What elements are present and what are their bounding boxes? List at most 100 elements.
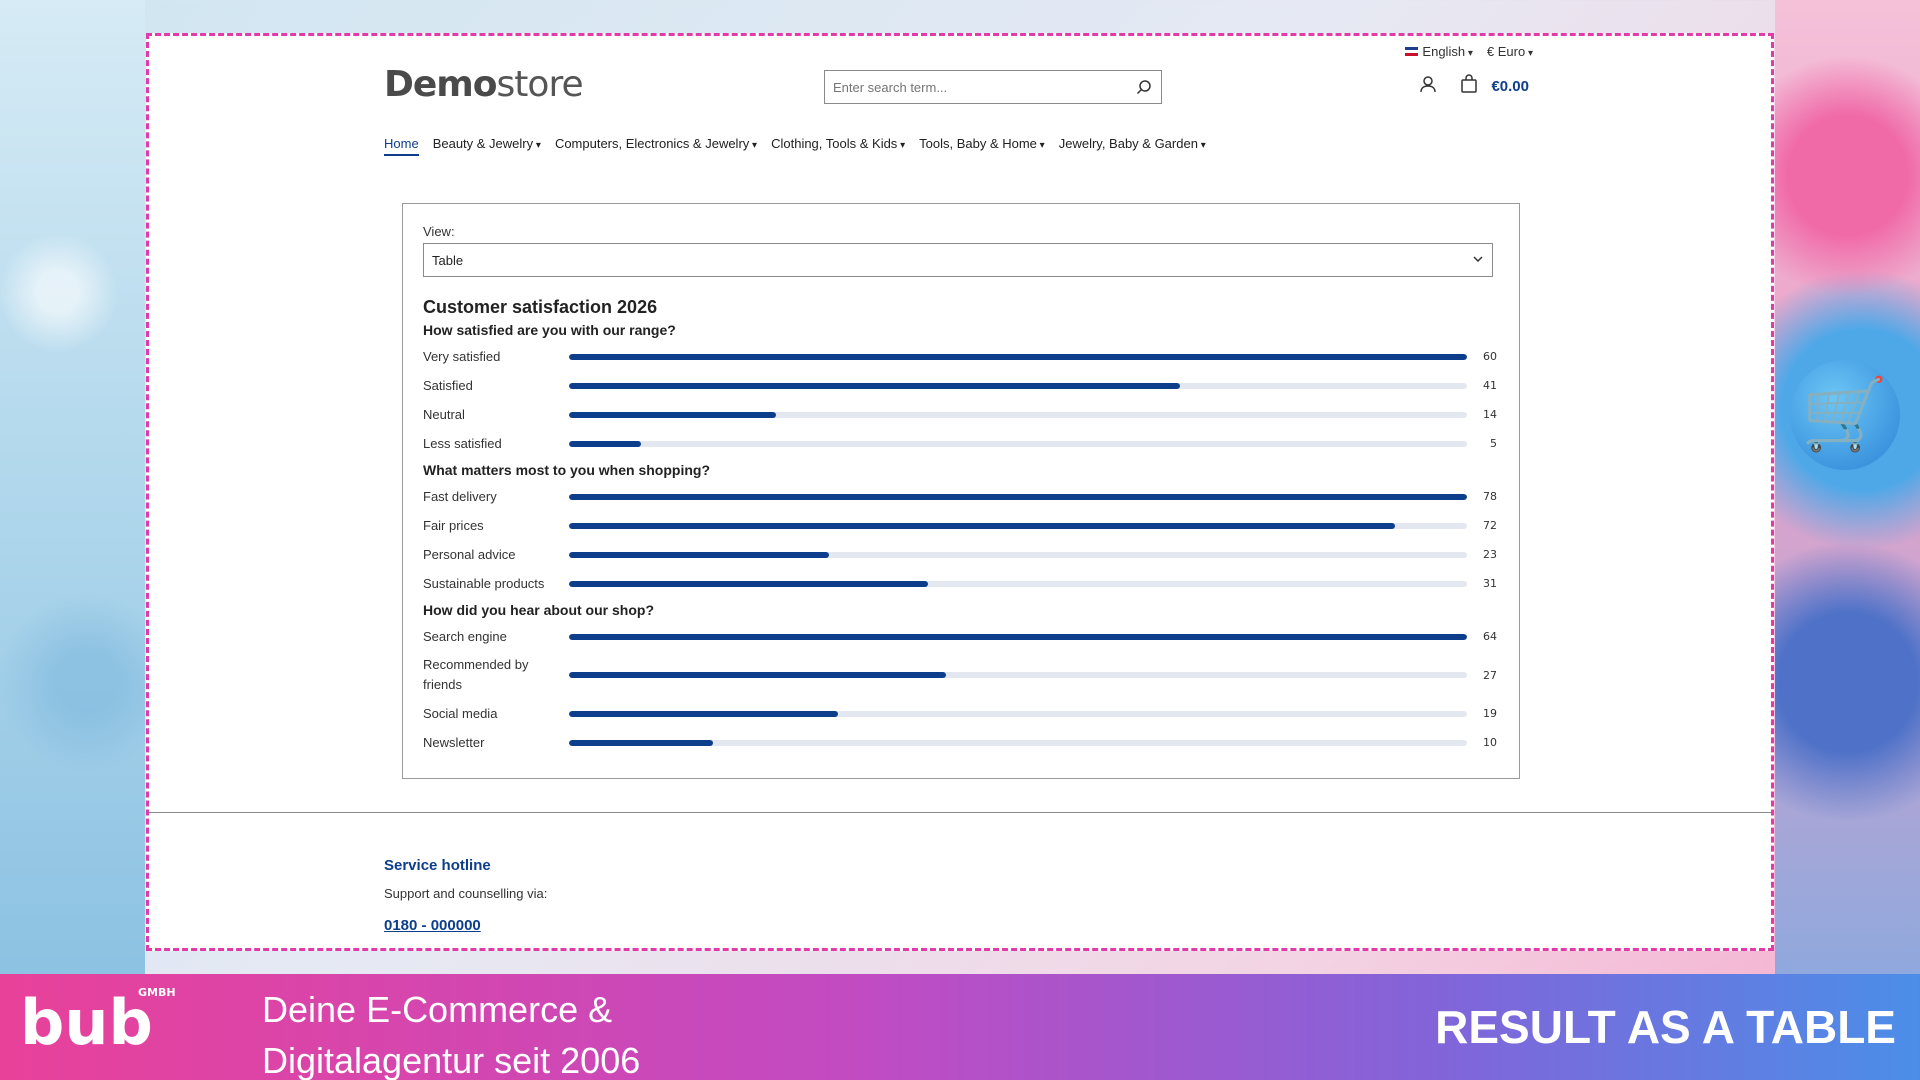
answer-bar-track — [569, 493, 1467, 500]
question-heading: How satisfied are you with our range? — [423, 322, 676, 338]
answer-bar-track — [569, 382, 1467, 389]
answer-count: 27 — [1483, 668, 1497, 682]
answer-bar-fill — [569, 580, 929, 587]
survey-questions: How satisfied are you with our range? Ver… — [423, 322, 1499, 757]
answer-row: Fair prices 72 — [423, 511, 1499, 540]
answer-bar-track — [569, 522, 1467, 529]
hotline-phone-link[interactable]: 0180 - 000000 — [384, 917, 547, 934]
answer-row: Newsletter 10 — [423, 728, 1499, 757]
main-navigation: Home Beauty & Jewelry Computers, Electroni… — [384, 136, 1206, 156]
uk-flag-icon — [1405, 47, 1419, 56]
agency-banner: bub GMBH Deine E-Commerce & Digitalagent… — [0, 974, 1920, 1080]
answer-count: 5 — [1490, 437, 1497, 450]
answer-bar-fill — [569, 522, 1396, 529]
answer-row: Social media 19 — [423, 699, 1499, 728]
answer-label: Fast delivery — [423, 488, 497, 504]
service-hotline-title: Service hotline — [384, 857, 491, 874]
question-heading: How did you hear about our shop? — [423, 602, 654, 618]
answer-row: Satisfied 41 — [423, 371, 1499, 400]
answer-bar-fill — [569, 440, 641, 447]
nav-item[interactable]: Jewelry, Baby & Garden — [1059, 136, 1206, 156]
answer-row: Sustainable products 31 — [423, 569, 1499, 598]
answer-count: 23 — [1483, 548, 1497, 561]
answer-count: 31 — [1483, 577, 1497, 590]
nav-item[interactable]: Tools, Baby & Home — [919, 136, 1045, 156]
language-label: English — [1422, 44, 1466, 59]
nav-item[interactable]: Beauty & Jewelry — [433, 136, 541, 156]
currency-switcher[interactable]: € Euro — [1487, 44, 1533, 59]
view-select[interactable]: Table — [423, 243, 1493, 277]
nav-item[interactable]: Home — [384, 136, 419, 156]
answer-bar-fill — [569, 633, 1467, 640]
language-switcher[interactable]: English — [1405, 44, 1472, 59]
answer-row: Very satisfied 60 — [423, 342, 1499, 371]
answer-label: Neutral — [423, 406, 465, 422]
nav-item[interactable]: Computers, Electronics & Jewelry — [555, 136, 757, 156]
agency-logo: bub GMBH — [20, 980, 230, 1075]
answer-count: 78 — [1483, 490, 1497, 503]
nav-item[interactable]: Clothing, Tools & Kids — [771, 136, 905, 156]
answer-bar-fill — [569, 739, 713, 746]
answer-bar-track — [569, 710, 1467, 717]
cart-button[interactable]: €0.00 — [1459, 74, 1529, 99]
answer-bar-track — [569, 440, 1467, 447]
search-input[interactable] — [825, 71, 1127, 103]
search-icon[interactable] — [1127, 71, 1161, 103]
answer-row: Fast delivery 78 — [423, 482, 1499, 511]
answer-bar-fill — [569, 710, 839, 717]
background-left-decoration — [0, 0, 145, 975]
answer-bar-track — [569, 411, 1467, 418]
agency-logo-text: bub — [20, 986, 153, 1059]
shopping-bag-icon — [1459, 74, 1479, 99]
survey-card: View: Table Customer satisfaction 2026 H… — [402, 203, 1520, 779]
answer-label: Fair prices — [423, 517, 484, 533]
result-caption: RESULT AS A TABLE — [1435, 1001, 1896, 1053]
answer-row: Neutral 14 — [423, 400, 1499, 429]
store-logo[interactable]: Demostore — [384, 64, 584, 105]
question-heading: What matters most to you when shopping? — [423, 462, 710, 478]
account-icon[interactable] — [1419, 75, 1437, 98]
answer-bar-track — [569, 580, 1467, 587]
answer-label: Sustainable products — [423, 575, 545, 591]
answer-label: Newsletter — [423, 734, 485, 750]
chevron-down-icon — [1472, 253, 1484, 268]
survey-title: Customer satisfaction 2026 — [423, 297, 658, 317]
agency-tagline: Deine E-Commerce & Digitalagentur seit 2… — [262, 984, 640, 1080]
logo-light: store — [496, 64, 584, 105]
answer-bar-fill — [569, 493, 1467, 500]
answer-count: 14 — [1483, 408, 1497, 421]
answer-bar-fill — [569, 672, 947, 678]
footer-divider — [149, 812, 1771, 813]
answer-label: Satisfied — [423, 377, 473, 393]
cart-total: €0.00 — [1491, 78, 1529, 95]
answer-bar-fill — [569, 411, 776, 418]
tagline-line-1: Deine E-Commerce & — [262, 989, 613, 1030]
answer-bar-track — [569, 633, 1467, 640]
footer-service: Service hotline Support and counselling … — [384, 857, 547, 934]
answer-label: Very satisfied — [423, 348, 501, 364]
answer-count: 10 — [1483, 736, 1497, 749]
answer-label: Search engine — [423, 628, 507, 644]
answer-row: Search engine 64 — [423, 622, 1499, 651]
answer-bar-fill — [569, 551, 830, 558]
answer-bar-fill — [569, 353, 1467, 360]
shopping-cart-illustration-icon: 🛒 — [1790, 360, 1900, 470]
answer-row: Recommended by friends 27 — [423, 651, 1499, 699]
answer-label: Less satisfied — [423, 435, 502, 451]
answer-bar-track — [569, 551, 1467, 558]
service-text: Support and counselling via: — [384, 886, 548, 901]
header-actions: €0.00 — [1419, 74, 1529, 99]
answer-row: Personal advice 23 — [423, 540, 1499, 569]
answer-row: Less satisfied 5 — [423, 429, 1499, 458]
answer-label: Personal advice — [423, 546, 516, 562]
logo-bold: Demo — [384, 64, 498, 105]
answer-bar-fill — [569, 382, 1180, 389]
tagline-line-2: Digitalagentur seit 2006 — [262, 1040, 641, 1080]
answer-count: 64 — [1483, 630, 1497, 643]
view-select-value: Table — [432, 252, 464, 268]
answer-count: 60 — [1483, 350, 1497, 363]
agency-logo-sub: GMBH — [138, 986, 176, 999]
answer-count: 41 — [1483, 379, 1497, 392]
view-label: View: — [423, 224, 455, 239]
answer-label: Social media — [423, 705, 498, 721]
